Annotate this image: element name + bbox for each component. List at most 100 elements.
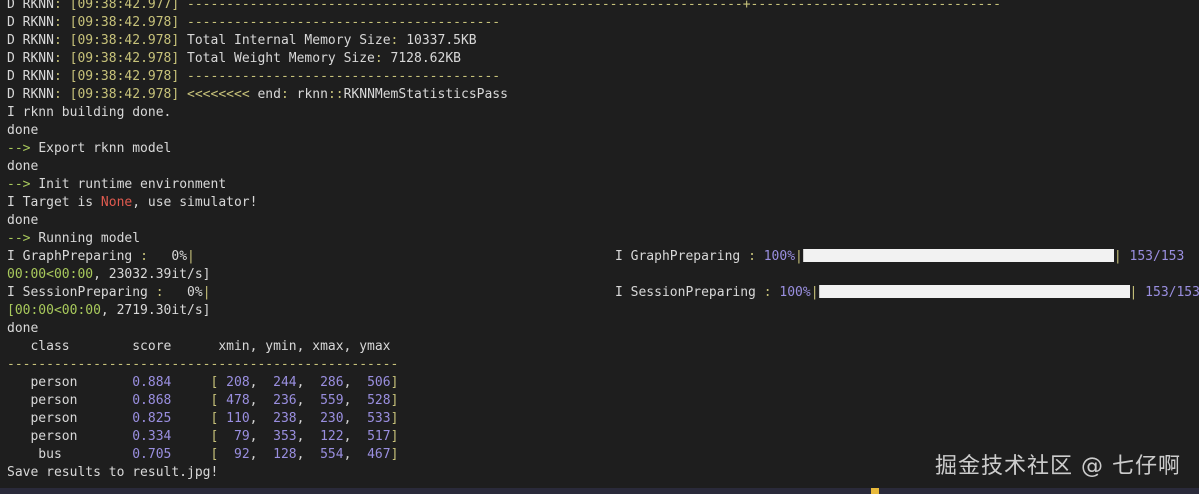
terminal-text: , xyxy=(249,429,274,444)
terminal-text: 110 xyxy=(226,411,250,426)
terminal-line: I rknn building done. xyxy=(7,104,1199,122)
terminal-line: done xyxy=(7,212,1199,230)
terminal-text: , xyxy=(249,447,274,462)
terminal-line: class score xmin, ymin, xmax, ymax xyxy=(7,338,1199,356)
terminal-text: , 2719.30it/s] xyxy=(100,303,211,318)
terminal-text: 506 xyxy=(367,375,391,390)
terminal-line: --> Running model xyxy=(7,230,1199,248)
terminal-text: , xyxy=(296,375,321,390)
terminal-text: D RKNN xyxy=(7,15,54,30)
terminal-text: [ xyxy=(171,429,234,444)
terminal-text: [ xyxy=(171,447,234,462)
terminal-text: D RKNN xyxy=(7,87,54,102)
terminal-text: : xyxy=(374,51,391,66)
terminal-text: --> xyxy=(7,141,39,156)
terminal-text: , xyxy=(343,411,368,426)
terminal-text: <<<<<<<< xyxy=(179,87,258,102)
terminal-text: ---------------------------------------- xyxy=(179,15,501,30)
terminal-text: person xyxy=(7,393,133,408)
terminal-text: person xyxy=(7,411,133,426)
terminal-text: done xyxy=(7,159,39,174)
terminal-text: --> xyxy=(7,177,39,192)
terminal-text: [09:38:42.977] xyxy=(69,0,180,12)
terminal-line: --> Export rknn model xyxy=(7,140,1199,158)
terminal-text: : xyxy=(748,249,764,264)
terminal-text: , xyxy=(296,411,321,426)
terminal-text: 100% xyxy=(763,249,796,264)
terminal-line: I GraphPreparing : 0%| I GraphPreparing :… xyxy=(7,248,1199,266)
terminal-line: 00:00<00:00, 23032.39it/s] xyxy=(7,266,1199,284)
terminal-text: , xyxy=(296,393,321,408)
terminal-text: : xyxy=(763,285,780,300)
terminal-text: : xyxy=(280,87,297,102)
terminal-text: , xyxy=(343,447,368,462)
terminal-text: ----------------------------------------… xyxy=(179,0,1002,12)
terminal-text: None xyxy=(100,195,133,210)
terminal-text: ---------------------------------------- xyxy=(179,69,501,84)
terminal-text: Export rknn model xyxy=(38,141,172,156)
terminal-line: done xyxy=(7,122,1199,140)
terminal-text: , use simulator! xyxy=(132,195,258,210)
terminal-text: , 23032.39it/s] xyxy=(93,267,211,282)
terminal-text: , xyxy=(249,375,274,390)
terminal-line: --> Init runtime environment xyxy=(7,176,1199,194)
terminal-text: 0% xyxy=(187,285,203,300)
terminal-status-bar xyxy=(0,488,1199,494)
terminal-text: : xyxy=(53,0,70,12)
terminal-line: I SessionPreparing : 0%| I SessionPrepari… xyxy=(7,284,1199,302)
terminal-text: ] xyxy=(390,375,399,390)
terminal-text: [09:38:42.978] xyxy=(69,51,180,66)
terminal-text: 533 xyxy=(367,411,391,426)
terminal-line: done xyxy=(7,320,1199,338)
terminal-text: , xyxy=(249,393,274,408)
terminal-text: 92 xyxy=(234,447,250,462)
terminal-text: 230 xyxy=(320,411,344,426)
terminal-text: [ xyxy=(171,375,227,390)
terminal-line: D RKNN: [09:38:42.977] -----------------… xyxy=(7,0,1199,14)
terminal-text: ] xyxy=(390,429,399,444)
progress-bar xyxy=(802,249,1114,262)
terminal-text: 7128.62KB xyxy=(390,51,461,66)
watermark-text: 掘金技术社区 @ 七仔啊 xyxy=(935,454,1181,479)
terminal-text: 0.868 xyxy=(132,393,172,408)
terminal-text: : xyxy=(53,15,70,30)
terminal-text: 528 xyxy=(367,393,391,408)
terminal-text: [09:38:42.978] xyxy=(69,87,180,102)
terminal-text: 153/153 xyxy=(1129,249,1185,264)
terminal-line: D RKNN: [09:38:42.978] Total Weight Memo… xyxy=(7,50,1199,68)
terminal-text: 517 xyxy=(367,429,391,444)
terminal-text: I SessionPreparing xyxy=(615,285,764,300)
terminal-text: 236 xyxy=(273,393,297,408)
terminal-line: done xyxy=(7,158,1199,176)
terminal-text: 128 xyxy=(273,447,297,462)
terminal-text: I SessionPreparing xyxy=(7,285,156,300)
terminal-text: person xyxy=(7,375,133,390)
terminal-text: Total Internal Memory Size xyxy=(179,33,391,48)
terminal-text: : xyxy=(53,33,70,48)
terminal-line: [00:00<00:00, 2719.30it/s] xyxy=(7,302,1199,320)
terminal-cursor xyxy=(871,488,879,494)
terminal-text: end xyxy=(257,87,281,102)
terminal-text: 0.705 xyxy=(132,447,172,462)
terminal-line: D RKNN: [09:38:42.978] -----------------… xyxy=(7,14,1199,32)
terminal-text: [09:38:42.978] xyxy=(69,69,180,84)
terminal-text: 286 xyxy=(320,375,344,390)
terminal-line: D RKNN: [09:38:42.978] Total Internal Me… xyxy=(7,32,1199,50)
terminal-text: ] xyxy=(390,411,399,426)
progress-bar xyxy=(818,285,1130,298)
terminal-text: :: xyxy=(327,87,344,102)
terminal-text: : xyxy=(53,87,70,102)
terminal-text: 554 xyxy=(320,447,344,462)
terminal-line: D RKNN: [09:38:42.978] -----------------… xyxy=(7,68,1199,86)
terminal-text: 353 xyxy=(273,429,297,444)
terminal-line: person 0.868 [ 478, 236, 559, 528] xyxy=(7,392,1199,410)
terminal-text: 238 xyxy=(273,411,297,426)
terminal-text: Init runtime environment xyxy=(38,177,227,192)
terminal-text: 467 xyxy=(367,447,391,462)
terminal-text: : xyxy=(155,285,188,300)
terminal-text: [00:00<00:00 xyxy=(7,303,101,318)
terminal-text: 0.884 xyxy=(132,375,172,390)
terminal-text: 00:00<00:00 xyxy=(7,267,94,282)
terminal-text: , xyxy=(343,429,368,444)
terminal-text: RKNNMemStatisticsPass xyxy=(343,87,508,102)
